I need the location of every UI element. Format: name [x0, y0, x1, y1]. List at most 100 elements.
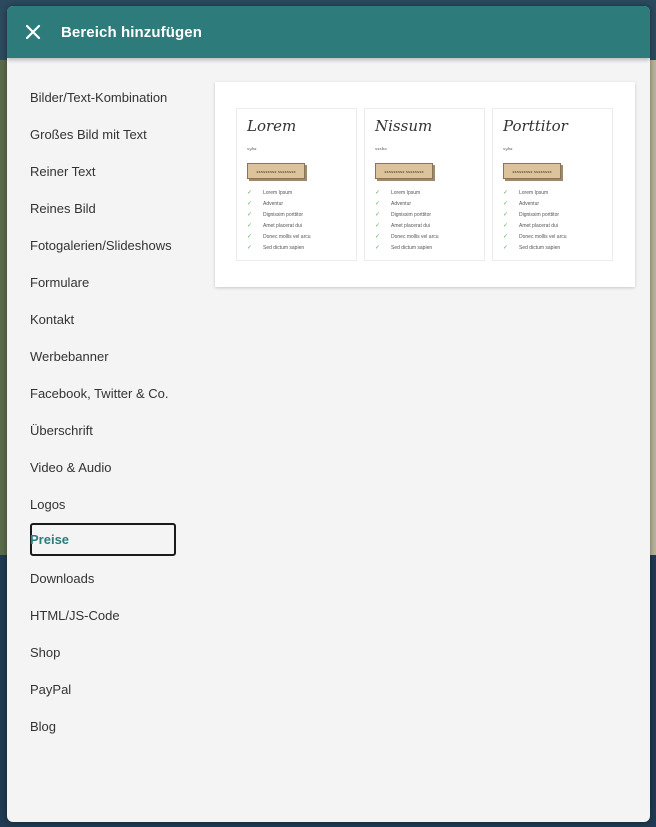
sidebar-item-reiner-text[interactable]: Reiner Text: [30, 155, 176, 188]
sidebar-item-logos[interactable]: Logos: [30, 488, 176, 521]
check-icon: ✓: [247, 234, 253, 240]
feature-item: ✓ Donec mollis vel arcu: [247, 231, 311, 242]
sidebar-item-werbebanner[interactable]: Werbebanner: [30, 340, 176, 373]
plan-button-label: xxxxxxxxx xxxxxxxx: [384, 168, 424, 174]
sidebar-item-label: Shop: [30, 645, 61, 660]
feature-list: ✓ Lorem Ipsum ✓ Adventur ✓ Dignissim porttito…: [247, 187, 311, 253]
sidebar-item-label: Preise: [30, 532, 70, 547]
sidebar-item-label: Kontakt: [30, 312, 75, 327]
check-icon: ✓: [247, 223, 253, 229]
check-icon: ✓: [503, 212, 509, 218]
sidebar-item-fotogalerien-slideshows[interactable]: Fotogalerien/Slideshows: [30, 229, 176, 262]
check-icon: ✓: [375, 190, 381, 196]
feature-item: ✓ Lorem Ipsum: [503, 187, 567, 198]
sidebar-item-label: Downloads: [30, 571, 95, 586]
sidebar-item-label: Reiner Text: [30, 164, 96, 179]
feature-text: Lorem Ipsum: [391, 189, 421, 196]
feature-text: Dignissim porttitor: [263, 211, 304, 218]
sidebar-item-facebook-twitter-co[interactable]: Facebook, Twitter & Co.: [30, 377, 176, 410]
feature-item: ✓ Dignissim porttitor: [375, 209, 439, 220]
check-icon: ✓: [247, 190, 253, 196]
check-icon: ✓: [503, 234, 509, 240]
feature-item: ✓ Sed dictum sapien: [503, 242, 567, 253]
feature-text: Donec mollis vel arcu: [519, 233, 567, 240]
check-icon: ✓: [375, 212, 381, 218]
sidebar-item-label: Logos: [30, 497, 66, 512]
check-icon: ✓: [503, 190, 509, 196]
check-icon: ✓: [247, 212, 253, 218]
plan-button-label: xxxxxxxxx xxxxxxxx: [512, 168, 552, 174]
check-icon: ✓: [375, 234, 381, 240]
feature-text: Amet placerat dui: [519, 222, 558, 229]
plan-button: xxxxxxxxx xxxxxxxx: [247, 163, 305, 179]
feature-text: Amet placerat dui: [391, 222, 430, 229]
check-icon: ✓: [375, 223, 381, 229]
sidebar-item-label: PayPal: [30, 682, 72, 697]
feature-text: Adventur: [519, 200, 540, 207]
close-icon: [25, 24, 41, 40]
sidebar-item-label: Video & Audio: [30, 460, 112, 475]
sidebar-item-html-js-code[interactable]: HTML/JS-Code: [30, 599, 176, 632]
feature-item: ✓ Donec mollis vel arcu: [503, 231, 567, 242]
feature-item: ✓ Amet placerat dui: [503, 220, 567, 231]
plan-name: Lorem: [247, 117, 297, 135]
sidebar-item-preise[interactable]: Preise: [30, 523, 176, 556]
sidebar-item-downloads[interactable]: Downloads: [30, 562, 176, 595]
feature-text: Dignissim porttitor: [519, 211, 560, 218]
check-icon: ✓: [247, 245, 253, 251]
sidebar-item-label: Reines Bild: [30, 201, 96, 216]
check-icon: ✓: [375, 245, 381, 251]
close-button[interactable]: [22, 21, 44, 43]
feature-item: ✓ Dignissim porttitor: [247, 209, 311, 220]
check-icon: ✓: [503, 223, 509, 229]
feature-item: ✓ Lorem Ipsum: [375, 187, 439, 198]
sidebar-item-video-audio[interactable]: Video & Audio: [30, 451, 176, 484]
feature-item: ✓ Amet placerat dui: [247, 220, 311, 231]
feature-text: Sed dictum sapien: [391, 244, 433, 251]
sidebar-item-großes-bild-mit-text[interactable]: Großes Bild mit Text: [30, 118, 176, 151]
dialog-title: Bereich hinzufügen: [61, 23, 202, 41]
add-section-dialog: Bereich hinzufügen Bilder/Text-Kombinati…: [7, 6, 650, 822]
plan-price: xyba: [503, 146, 513, 151]
feature-text: Sed dictum sapien: [263, 244, 305, 251]
feature-item: ✓ Sed dictum sapien: [247, 242, 311, 253]
feature-list: ✓ Lorem Ipsum ✓ Adventur ✓ Dignissim porttito…: [503, 187, 567, 253]
sidebar-item-label: Fotogalerien/Slideshows: [30, 238, 172, 253]
sidebar-item-formulare[interactable]: Formulare: [30, 266, 176, 299]
sidebar-item-label: Bilder/Text-Kombination: [30, 90, 168, 105]
feature-item: ✓ Sed dictum sapien: [375, 242, 439, 253]
pricing-column: Porttitor xyba xxxxxxxxx xxxxxxxx ✓ Lorem Ip…: [492, 108, 613, 261]
plan-button: xxxxxxxxx xxxxxxxx: [503, 163, 561, 179]
feature-list: ✓ Lorem Ipsum ✓ Adventur ✓ Dignissim porttito…: [375, 187, 439, 253]
feature-text: Donec mollis vel arcu: [391, 233, 439, 240]
sidebar-item-reines-bild[interactable]: Reines Bild: [30, 192, 176, 225]
plan-button: xxxxxxxxx xxxxxxxx: [375, 163, 433, 179]
sidebar-item-label: Facebook, Twitter & Co.: [30, 386, 169, 401]
sidebar-item-kontakt[interactable]: Kontakt: [30, 303, 176, 336]
sidebar-item-bilder-text-kombination[interactable]: Bilder/Text-Kombination: [30, 81, 176, 114]
sidebar-item-shop[interactable]: Shop: [30, 636, 176, 669]
feature-item: ✓ Donec mollis vel arcu: [375, 231, 439, 242]
pricing-column: Lorem xyba xxxxxxxxx xxxxxxxx ✓ Lorem Ipsum ✓…: [236, 108, 357, 261]
feature-item: ✓ Adventur: [375, 198, 439, 209]
check-icon: ✓: [503, 245, 509, 251]
sidebar-item-label: Formulare: [30, 275, 90, 290]
feature-text: Adventur: [263, 200, 284, 207]
sidebar-item-label: HTML/JS-Code: [30, 608, 120, 623]
plan-price: xxxba: [375, 146, 387, 151]
dialog-header: Bereich hinzufügen: [7, 6, 650, 58]
feature-item: ✓ Lorem Ipsum: [247, 187, 311, 198]
feature-item: ✓ Amet placerat dui: [375, 220, 439, 231]
pricing-template-preview[interactable]: Lorem xyba xxxxxxxxx xxxxxxxx ✓ Lorem Ipsum ✓…: [215, 82, 635, 287]
feature-text: Lorem Ipsum: [263, 189, 293, 196]
feature-text: Lorem Ipsum: [519, 189, 549, 196]
plan-button-label: xxxxxxxxx xxxxxxxx: [256, 168, 296, 174]
sidebar-item-überschrift[interactable]: Überschrift: [30, 414, 176, 447]
feature-text: Adventur: [391, 200, 412, 207]
feature-item: ✓ Adventur: [247, 198, 311, 209]
feature-item: ✓ Dignissim porttitor: [503, 209, 567, 220]
pricing-column: Nissum xxxba xxxxxxxxx xxxxxxxx ✓ Lorem Ipsu…: [364, 108, 485, 261]
plan-name: Porttitor: [503, 117, 568, 135]
sidebar-item-paypal[interactable]: PayPal: [30, 673, 176, 706]
sidebar-item-blog[interactable]: Blog: [30, 710, 176, 743]
